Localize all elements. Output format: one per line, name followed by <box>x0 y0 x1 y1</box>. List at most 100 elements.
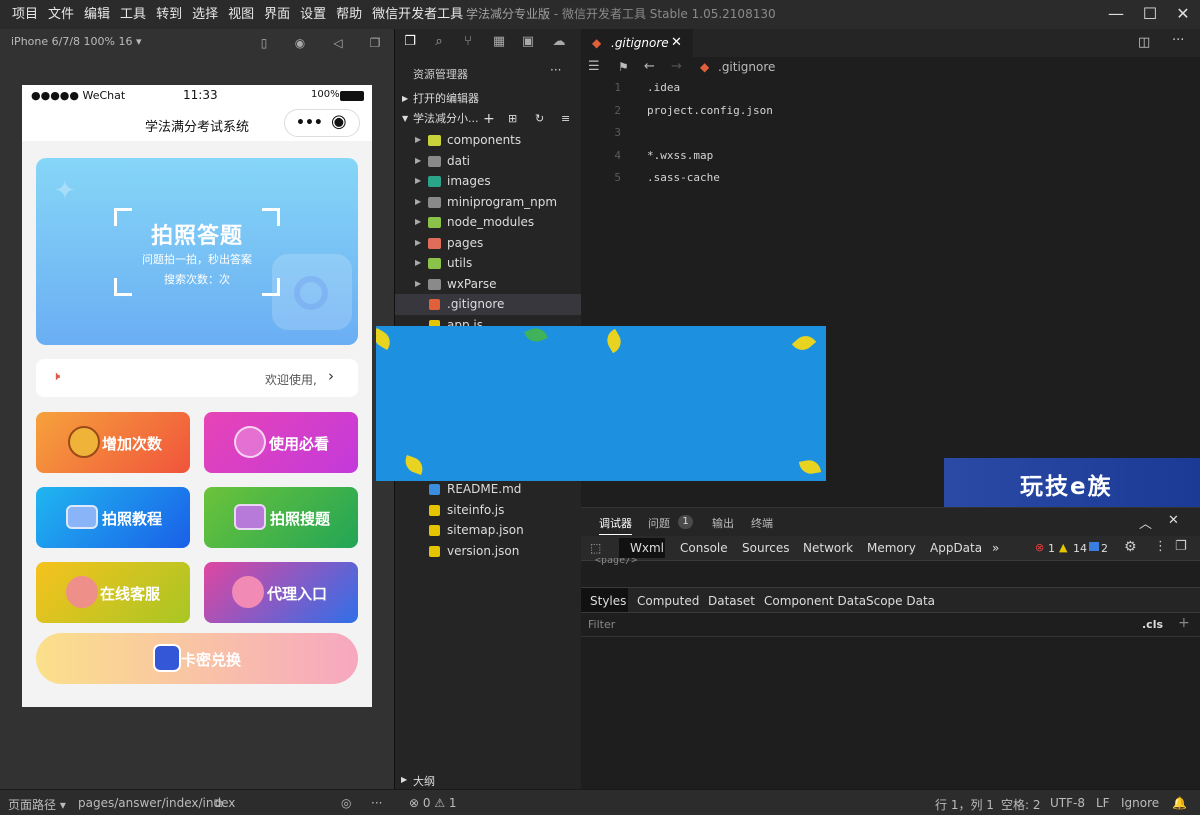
eye-icon[interactable]: ◎ <box>341 796 351 810</box>
tab-terminal[interactable]: 终端 <box>751 515 773 531</box>
outline-section[interactable]: ▶ 大纲 <box>394 772 581 790</box>
tab-component-data[interactable]: Component Data <box>764 594 866 608</box>
more-icon[interactable]: ··· <box>371 796 382 810</box>
tab-wxml[interactable]: Wxml <box>630 541 664 555</box>
tile-agent-entry[interactable]: 代理入口 <box>204 562 358 623</box>
tile-add-count[interactable]: 增加次数 <box>36 412 190 473</box>
cls-button[interactable]: .cls <box>1142 618 1163 631</box>
line-ending[interactable]: LF <box>1096 796 1110 810</box>
tab-network[interactable]: Network <box>803 541 853 555</box>
back-icon[interactable]: ← <box>644 57 655 77</box>
code-line[interactable]: 3 <box>581 122 1200 145</box>
tab-dataset[interactable]: Dataset <box>708 594 755 608</box>
source-control-icon[interactable]: ⑂ <box>459 33 477 51</box>
debug-icon[interactable]: ▣ <box>519 33 537 51</box>
tab-gitignore[interactable]: ◆ .gitignore ✕ <box>581 29 693 57</box>
tab-computed[interactable]: Computed <box>637 594 699 608</box>
code-line[interactable]: 5 .sass-cache <box>581 167 1200 190</box>
menu-item[interactable]: 帮助 <box>331 0 367 29</box>
problems-indicator[interactable]: ⊗ 0 ⚠ 1 <box>409 796 457 810</box>
file-item[interactable]: siteinfo.js <box>395 500 582 521</box>
search-icon[interactable]: ⌕ <box>430 33 448 51</box>
record-icon[interactable]: ◉ <box>292 35 308 51</box>
tile-online-service[interactable]: 在线客服 <box>36 562 190 623</box>
menu-item[interactable]: 转到 <box>151 0 187 29</box>
cloud-icon[interactable]: ☁ <box>550 33 568 51</box>
filter-input[interactable]: Filter <box>588 618 615 631</box>
close-panel-icon[interactable]: ✕ <box>1168 513 1179 528</box>
folder-item[interactable]: ▶ images <box>395 171 582 192</box>
close-tab-icon[interactable]: ✕ <box>671 29 682 57</box>
tab-output[interactable]: 输出 <box>712 515 734 531</box>
card-exchange-button[interactable]: 卡密兑换 <box>36 633 358 684</box>
window-icon[interactable]: ❐ <box>367 35 383 51</box>
extensions-icon[interactable]: ▦ <box>490 33 508 51</box>
menu-item[interactable]: 选择 <box>187 0 223 29</box>
wxml-node[interactable]: <page/> <box>595 558 637 566</box>
list-icon[interactable]: ☰ <box>588 57 600 77</box>
chevron-up-icon[interactable]: ︿ <box>1139 513 1152 532</box>
tile-photo-tutorial[interactable]: 拍照教程 <box>36 487 190 548</box>
photo-answer-banner[interactable]: ✦ 拍照答题 问题拍一拍，秒出答案 搜索次数：次 <box>36 158 358 345</box>
tab-console[interactable]: Console <box>680 541 728 555</box>
phone-icon[interactable]: ▯ <box>256 35 272 51</box>
folder-item[interactable]: ▶ wxParse <box>395 274 582 295</box>
tab-memory[interactable]: Memory <box>867 541 916 555</box>
close-miniprogram-icon[interactable]: ◉ <box>331 111 347 132</box>
cursor-position[interactable]: 行 1，列 1 <box>935 796 994 813</box>
more-actions-icon[interactable]: ··· <box>550 63 561 77</box>
chevron-right-icon[interactable]: › <box>328 367 334 385</box>
open-editors-section[interactable]: ▶ 打开的编辑器 <box>395 89 582 109</box>
menu-item[interactable]: 界面 <box>259 0 295 29</box>
tile-photo-search[interactable]: 拍照搜题 <box>204 487 358 548</box>
folder-item[interactable]: ▶ dati <box>395 151 582 172</box>
maximize-icon[interactable]: ☐ <box>1140 4 1160 24</box>
new-folder-icon[interactable]: ⊞ <box>508 109 517 129</box>
copy-icon[interactable]: ⧉ <box>214 796 223 811</box>
kebab-menu-icon[interactable]: ⋮ <box>1154 539 1167 554</box>
tab-debugger[interactable]: 调试器 <box>599 515 632 535</box>
more-actions-icon[interactable]: ··· <box>1172 33 1184 48</box>
volume-icon[interactable]: ◁ <box>330 35 346 51</box>
menu-item[interactable]: 设置 <box>295 0 331 29</box>
add-style-icon[interactable]: + <box>1178 615 1190 631</box>
refresh-icon[interactable]: ↻ <box>535 109 544 129</box>
tab-appdata[interactable]: AppData <box>930 541 982 555</box>
undock-icon[interactable]: ❐ <box>1175 539 1187 554</box>
tile-must-read[interactable]: 使用必看 <box>204 412 358 473</box>
inspect-icon[interactable]: ⬚ <box>590 541 601 555</box>
new-file-icon[interactable]: + <box>483 109 495 129</box>
menu-item[interactable]: 编辑 <box>79 0 115 29</box>
file-item[interactable]: README.md <box>395 479 582 500</box>
indentation[interactable]: 空格: 2 <box>1001 796 1041 813</box>
project-section[interactable]: ▼ 学法减分小... + ⊞ ↻ ≡ <box>395 109 582 129</box>
info-count[interactable]: 2 <box>1101 542 1108 555</box>
close-window-icon[interactable]: ✕ <box>1173 4 1193 24</box>
folder-item[interactable]: ▶ utils <box>395 253 582 274</box>
notification-icon[interactable]: 🔔 <box>1172 796 1187 810</box>
menu-item[interactable]: 工具 <box>115 0 151 29</box>
tab-styles[interactable]: Styles <box>590 594 626 608</box>
split-editor-icon[interactable]: ◫ <box>1138 35 1150 50</box>
tab-issues[interactable]: 问题 <box>648 515 670 531</box>
menu-item[interactable]: 文件 <box>43 0 79 29</box>
breadcrumb-file[interactable]: .gitignore <box>718 57 775 77</box>
file-item[interactable]: version.json <box>395 541 582 562</box>
tab-sources[interactable]: Sources <box>742 541 789 555</box>
menu-item[interactable]: 项目 <box>0 0 43 29</box>
device-select[interactable]: iPhone 6/7/8 100% 16 ▾ <box>11 35 142 48</box>
folder-item[interactable]: ▶ miniprogram_npm <box>395 192 582 213</box>
files-icon[interactable]: ❐ <box>401 33 419 51</box>
folder-item[interactable]: ▶ pages <box>395 233 582 254</box>
code-line[interactable]: 2 project.config.json <box>581 100 1200 123</box>
forward-icon[interactable]: → <box>671 57 682 77</box>
code-line[interactable]: 4 *.wxss.map <box>581 145 1200 168</box>
language-mode[interactable]: Ignore <box>1121 796 1159 810</box>
warning-count[interactable]: 14 <box>1073 542 1087 555</box>
capsule-menu[interactable]: ••• ◉ <box>284 109 360 137</box>
gear-icon[interactable]: ⚙ <box>1124 539 1137 555</box>
more-icon[interactable]: ••• <box>296 115 323 131</box>
error-count[interactable]: 1 <box>1048 542 1055 555</box>
folder-item[interactable]: ▶ node_modules <box>395 212 582 233</box>
menu-item[interactable]: 视图 <box>223 0 259 29</box>
